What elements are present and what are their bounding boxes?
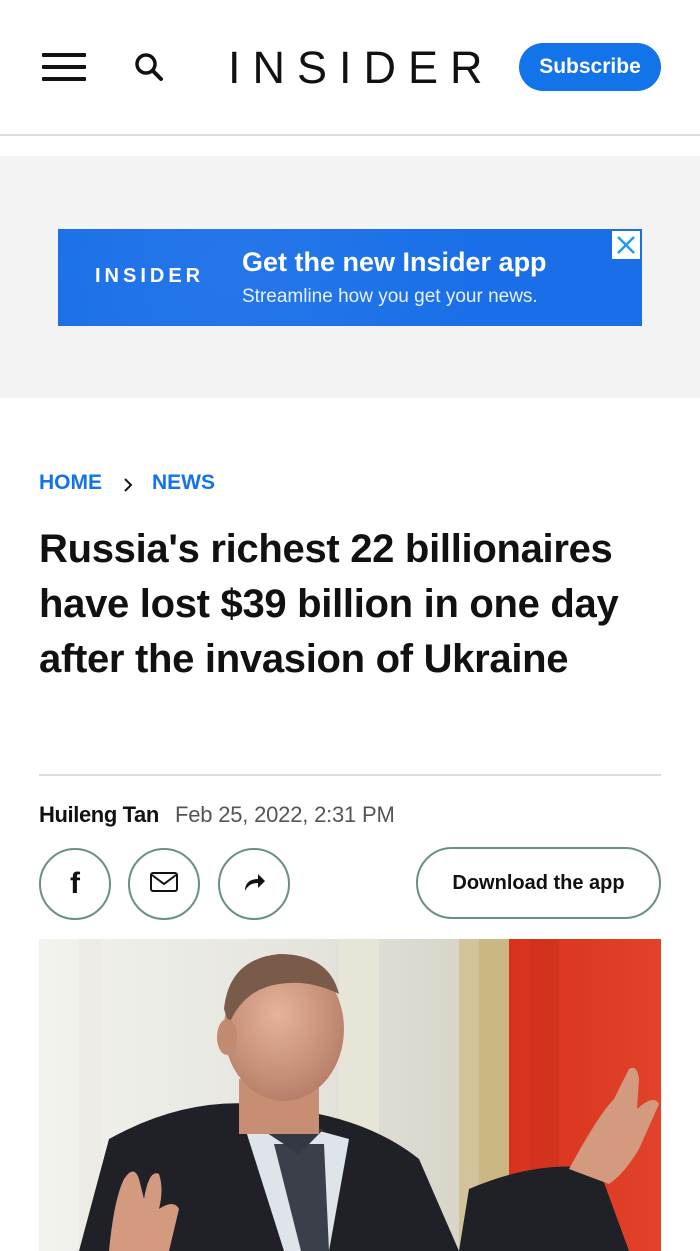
email-share-button[interactable] xyxy=(128,848,200,920)
ad-container: INSIDER Get the new Insider app Streamli… xyxy=(0,156,700,398)
close-icon[interactable] xyxy=(612,231,640,259)
facebook-share-button[interactable]: f xyxy=(39,848,111,920)
banner-subtitle: Streamline how you get your news. xyxy=(242,286,538,307)
site-logo[interactable]: INSIDER xyxy=(228,40,495,96)
share-arrow-icon xyxy=(241,871,267,898)
author-name[interactable]: Huileng Tan xyxy=(39,802,159,827)
search-icon[interactable] xyxy=(131,49,167,85)
breadcrumb: HOME NEWS xyxy=(39,469,215,497)
article-hero-image xyxy=(39,939,661,1251)
breadcrumb-news[interactable]: NEWS xyxy=(152,471,215,495)
banner-title: Get the new Insider app xyxy=(242,247,547,277)
banner-logo: INSIDER xyxy=(95,265,205,287)
publish-date: Feb 25, 2022, 2:31 PM xyxy=(174,802,395,827)
breadcrumb-home[interactable]: HOME xyxy=(39,471,102,495)
download-app-button[interactable]: Download the app xyxy=(416,847,661,919)
hamburger-menu-icon[interactable] xyxy=(42,53,86,81)
divider xyxy=(39,774,661,776)
subscribe-button[interactable]: Subscribe xyxy=(519,43,661,91)
facebook-icon: f xyxy=(70,867,80,900)
site-header: INSIDER Subscribe xyxy=(0,0,700,136)
article-headline: Russia's richest 22 billionaires have lo… xyxy=(39,527,619,681)
chevron-right-icon xyxy=(120,475,136,492)
share-button[interactable] xyxy=(218,848,290,920)
email-icon xyxy=(149,871,179,898)
byline: Huileng Tan Feb 25, 2022, 2:31 PM xyxy=(39,800,395,830)
app-promo-banner[interactable]: INSIDER Get the new Insider app Streamli… xyxy=(58,229,642,326)
